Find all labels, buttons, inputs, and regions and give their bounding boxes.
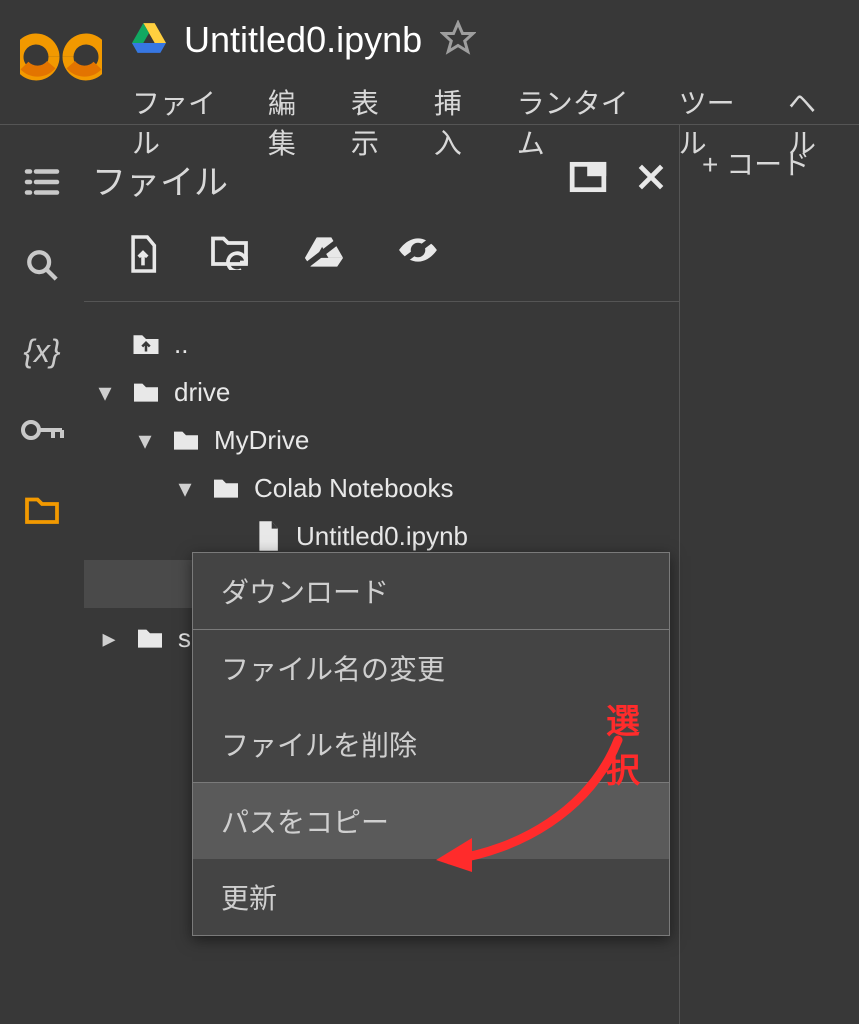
ctx-refresh[interactable]: 更新	[193, 859, 669, 935]
editor-pane: + コード	[680, 125, 859, 1024]
tree-item-drive[interactable]: ▾ drive	[84, 368, 679, 416]
folder-up-icon	[130, 331, 162, 357]
tree-label: drive	[174, 377, 230, 408]
tree-label: Untitled0.ipynb	[296, 521, 468, 552]
folder-icon[interactable]	[24, 495, 60, 530]
new-window-icon[interactable]	[569, 161, 607, 198]
tree-parent[interactable]: ..	[84, 320, 679, 368]
star-icon[interactable]	[440, 20, 476, 61]
colab-logo	[18, 14, 104, 100]
tree-label: s	[178, 623, 191, 654]
ctx-download[interactable]: ダウンロード	[193, 553, 669, 629]
search-icon[interactable]	[25, 248, 59, 287]
left-rail: {x}	[0, 125, 84, 1024]
caret-right-icon: ▸	[96, 623, 122, 654]
folder-icon	[130, 380, 162, 404]
tree-item-selected[interactable]	[84, 560, 194, 608]
refresh-icon[interactable]	[210, 234, 252, 279]
caret-down-icon: ▾	[132, 425, 158, 456]
tree-item-colab-notebooks[interactable]: ▾ Colab Notebooks	[84, 464, 679, 512]
context-menu: ダウンロード ファイル名の変更 ファイルを削除 パスをコピー 更新	[192, 552, 670, 936]
add-code-button[interactable]: + コード	[702, 149, 810, 180]
caret-down-icon: ▾	[92, 377, 118, 408]
variables-icon[interactable]: {x}	[23, 333, 60, 370]
ctx-rename[interactable]: ファイル名の変更	[193, 630, 669, 706]
panel-title: ファイル	[92, 155, 555, 204]
folder-icon	[170, 428, 202, 452]
ctx-delete[interactable]: ファイルを削除	[193, 706, 669, 782]
tree-label: Colab Notebooks	[254, 473, 453, 504]
folder-icon	[210, 476, 242, 500]
upload-icon[interactable]	[126, 234, 160, 279]
panel-toolbar	[84, 234, 679, 302]
caret-down-icon: ▾	[172, 473, 198, 504]
tree-label: ..	[174, 329, 188, 360]
close-icon[interactable]	[635, 161, 667, 198]
table-of-contents-icon[interactable]	[24, 167, 60, 202]
hidden-files-icon[interactable]	[396, 234, 440, 279]
file-icon	[252, 520, 284, 552]
secrets-icon[interactable]	[20, 416, 64, 449]
ctx-copy-path[interactable]: パスをコピー	[193, 783, 669, 859]
tree-item-mydrive[interactable]: ▾ MyDrive	[84, 416, 679, 464]
folder-icon	[134, 626, 166, 650]
drive-icon	[132, 23, 166, 58]
tree-label: MyDrive	[214, 425, 309, 456]
notebook-title[interactable]: Untitled0.ipynb	[184, 19, 422, 61]
mount-drive-icon[interactable]	[302, 234, 346, 279]
